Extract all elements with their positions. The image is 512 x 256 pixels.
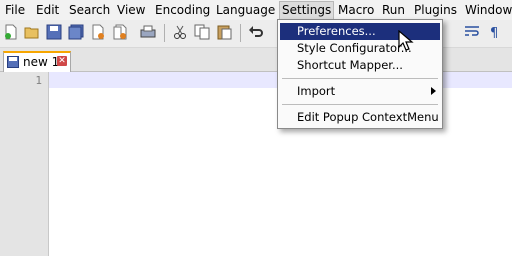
menu-item-style-configurator[interactable]: Style Configurator...	[280, 40, 440, 57]
menu-language[interactable]: Language	[214, 2, 277, 19]
open-file-icon[interactable]	[24, 24, 40, 40]
menu-edit[interactable]: Edit	[34, 2, 61, 19]
save-all-icon[interactable]	[68, 24, 84, 40]
print-icon[interactable]	[140, 24, 156, 40]
menu-window[interactable]: Window	[463, 2, 512, 19]
paste-icon[interactable]	[216, 24, 232, 40]
close-tab-icon[interactable]: ✕	[57, 56, 67, 66]
menu-item-import[interactable]: Import	[280, 83, 440, 100]
settings-dropdown-menu: Preferences... Style Configurator... Sho…	[277, 19, 443, 129]
menu-item-label: Preferences...	[297, 24, 376, 38]
undo-icon[interactable]	[248, 24, 264, 40]
menu-item-preferences[interactable]: Preferences...	[280, 23, 440, 40]
wrap-icon[interactable]	[464, 24, 480, 40]
menu-view[interactable]: View	[115, 2, 147, 19]
menu-encoding[interactable]: Encoding	[153, 2, 212, 19]
menu-item-shortcut-mapper[interactable]: Shortcut Mapper...	[280, 57, 440, 74]
copy-icon[interactable]	[194, 24, 210, 40]
menu-item-label: Edit Popup ContextMenu	[297, 110, 439, 124]
document-icon	[7, 56, 19, 68]
menu-item-label: Shortcut Mapper...	[297, 58, 403, 72]
show-all-characters-icon[interactable]: ¶	[487, 24, 503, 40]
new-file-icon[interactable]	[3, 24, 19, 40]
toolbar-separator	[240, 24, 241, 42]
toolbar-separator	[164, 24, 165, 42]
menu-bar: File Edit Search View Encoding Language …	[0, 0, 512, 20]
menu-search[interactable]: Search	[67, 2, 112, 19]
menu-separator	[282, 104, 438, 105]
line-number: 1	[35, 74, 42, 87]
line-number-gutter: 1	[0, 72, 49, 256]
menu-item-label: Style Configurator...	[297, 41, 412, 55]
menu-separator	[282, 78, 438, 79]
tab-new-1[interactable]: new 1 ✕	[3, 51, 71, 72]
menu-item-edit-popup-contextmenu[interactable]: Edit Popup ContextMenu	[280, 109, 440, 126]
menu-plugins[interactable]: Plugins	[412, 2, 459, 19]
close-all-icon[interactable]	[112, 24, 128, 40]
cut-icon[interactable]	[172, 24, 188, 40]
mouse-cursor-icon	[398, 30, 414, 51]
tab-label: new 1	[23, 55, 60, 69]
svg-text:¶: ¶	[490, 26, 498, 40]
menu-settings[interactable]: Settings	[279, 1, 335, 20]
menu-macro[interactable]: Macro	[336, 2, 376, 19]
menu-item-label: Import	[297, 84, 336, 98]
save-icon[interactable]	[46, 24, 62, 40]
close-icon[interactable]	[90, 24, 106, 40]
menu-file[interactable]: File	[3, 2, 27, 19]
submenu-arrow-icon	[431, 87, 436, 95]
menu-run[interactable]: Run	[380, 2, 407, 19]
